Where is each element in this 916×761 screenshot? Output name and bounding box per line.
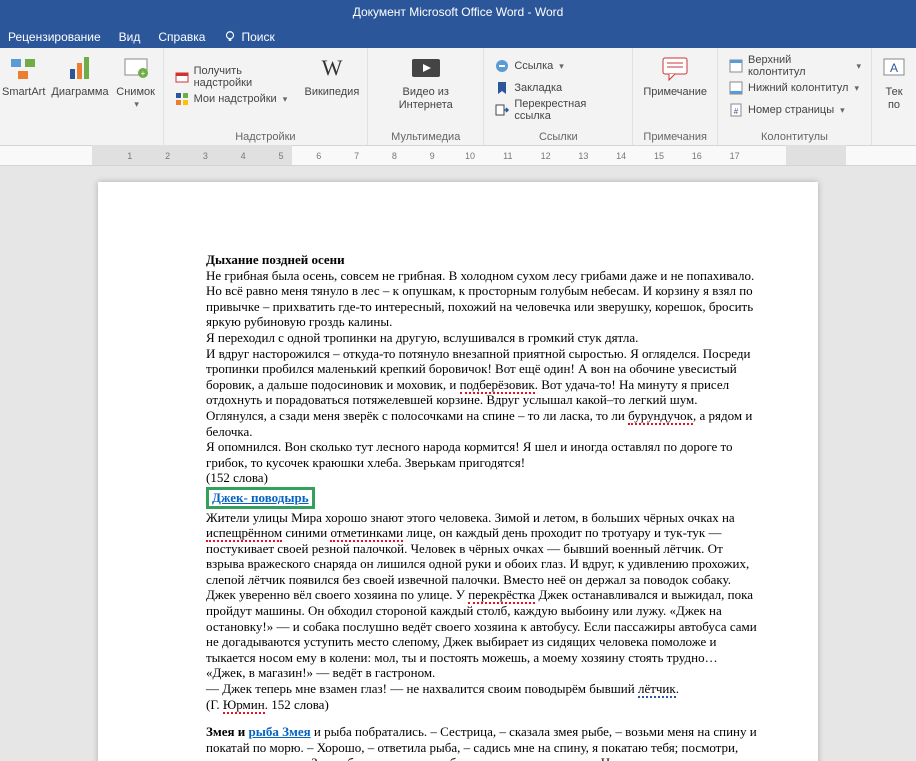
footer-icon [728, 80, 744, 96]
paragraph: Змея и рыба Змея и рыба побратались. – С… [206, 724, 758, 761]
bookmark-label: Закладка [514, 82, 562, 94]
paragraph: (Г. Юрмин. 152 слова) [206, 697, 758, 713]
tab-help[interactable]: Справка [158, 30, 205, 44]
paragraph: (152 слова) [206, 470, 758, 486]
chevron-down-icon: ▾ [856, 61, 861, 72]
screenshot-label: Снимок [116, 86, 155, 99]
paragraph: — Джек теперь мне взамен глаз! — не нахв… [206, 681, 758, 697]
smartart-label: SmartArt [2, 86, 45, 99]
paragraph: Я опомнился. Вон сколько тут лесного нар… [206, 439, 758, 470]
chevron-down-icon: ▾ [134, 99, 139, 109]
search-label: Поиск [241, 30, 274, 44]
video-icon [410, 52, 442, 84]
smartart-icon [8, 52, 40, 84]
my-addins-label: Мои надстройки [194, 93, 277, 105]
wikipedia-label: Википедия [304, 86, 359, 99]
screenshot-button[interactable]: + Снимок ▾ [113, 50, 159, 126]
headerfooter-group-label: Колонтитулы [761, 130, 828, 145]
screenshot-icon: + [120, 52, 152, 84]
lightbulb-icon [223, 30, 237, 44]
paragraph: Я переходил с одной тропинки на другую, … [206, 330, 758, 346]
header-button[interactable]: Верхний колонтитул ▾ [722, 55, 867, 77]
header-icon [728, 58, 744, 74]
crossref-label: Перекрестная ссылка [514, 98, 622, 122]
ribbon: SmartArt Диаграмма + Снимок ▾ [0, 48, 916, 146]
wikipedia-button[interactable]: W Википедия [301, 50, 364, 126]
video-label: Видео из Интернета [378, 86, 473, 111]
textbox-label: Тек по [878, 86, 910, 111]
titlebar: Документ Microsoft Office Word - Word [0, 0, 916, 24]
comments-group-label: Примечания [643, 130, 707, 145]
media-group-label: Мультимедиа [391, 130, 460, 145]
chart-label: Диаграмма [51, 86, 108, 99]
store-icon [174, 69, 190, 85]
paragraph: Жители улицы Мира хорошо знают этого чел… [206, 510, 758, 682]
online-video-button[interactable]: Видео из Интернета [372, 50, 479, 126]
get-addins-button[interactable]: Получить надстройки [168, 66, 299, 88]
crossref-button[interactable]: Перекрестная ссылка [488, 99, 628, 121]
chart-icon [64, 52, 96, 84]
svg-text:+: + [140, 69, 145, 78]
header-label: Верхний колонтитул [748, 54, 850, 78]
addins-icon [174, 91, 190, 107]
bookmark-button[interactable]: Закладка [488, 77, 628, 99]
horizontal-ruler[interactable]: 1234567891011121314151617 [0, 146, 916, 166]
footer-label: Нижний колонтитул [748, 82, 848, 94]
tellme-search[interactable]: Поиск [223, 30, 274, 44]
textbox-button[interactable]: A Тек по [876, 50, 912, 126]
crossref-icon [494, 102, 510, 118]
heading: Дыхание поздней осени [206, 252, 345, 267]
textbox-icon: A [878, 52, 910, 84]
paragraph: Не грибная была осень, совсем не грибная… [206, 268, 758, 330]
hyperlink[interactable]: Джек- поводырь [212, 490, 309, 505]
svg-text:#: # [734, 107, 739, 116]
ribbon-tabs: Рецензирование Вид Справка Поиск [0, 24, 916, 48]
document-body[interactable]: Дыхание поздней осени Не грибная была ос… [206, 252, 758, 761]
comment-icon [659, 52, 691, 84]
svg-text:A: A [890, 61, 898, 75]
chevron-down-icon: ▾ [840, 105, 845, 116]
document-area[interactable]: Дыхание поздней осени Не грибная была ос… [0, 166, 916, 761]
title: Документ Microsoft Office Word - Word [353, 5, 564, 19]
wikipedia-icon: W [316, 52, 348, 84]
group-label [892, 130, 895, 145]
chevron-down-icon: ▾ [854, 83, 859, 94]
link-label: Ссылка [514, 60, 553, 72]
comment-label: Примечание [643, 86, 707, 99]
link-icon [494, 58, 510, 74]
svg-text:W: W [321, 55, 342, 80]
addins-group-label: Надстройки [235, 130, 295, 145]
chevron-down-icon: ▾ [559, 61, 564, 72]
group-label [78, 130, 81, 145]
chart-button[interactable]: Диаграмма [49, 50, 110, 126]
links-group-label: Ссылки [539, 130, 578, 145]
bookmark-icon [494, 80, 510, 96]
link-button[interactable]: Ссылка ▾ [488, 55, 628, 77]
tab-view[interactable]: Вид [119, 30, 141, 44]
chevron-down-icon: ▾ [283, 94, 288, 105]
comment-button[interactable]: Примечание [637, 50, 713, 126]
footer-button[interactable]: Нижний колонтитул ▾ [722, 77, 867, 99]
tab-review[interactable]: Рецензирование [8, 30, 101, 44]
highlighted-hyperlink[interactable]: Джек- поводырь [206, 487, 315, 509]
page[interactable]: Дыхание поздней осени Не грибная была ос… [98, 182, 818, 761]
my-addins-button[interactable]: Мои надстройки ▾ [168, 88, 299, 110]
pagenum-label: Номер страницы [748, 104, 834, 116]
pagenum-icon: # [728, 102, 744, 118]
pagenum-button[interactable]: # Номер страницы ▾ [722, 99, 867, 121]
paragraph: И вдруг насторожился – откуда-то потянул… [206, 346, 758, 440]
get-addins-label: Получить надстройки [194, 65, 293, 89]
smartart-button[interactable]: SmartArt [0, 50, 47, 126]
